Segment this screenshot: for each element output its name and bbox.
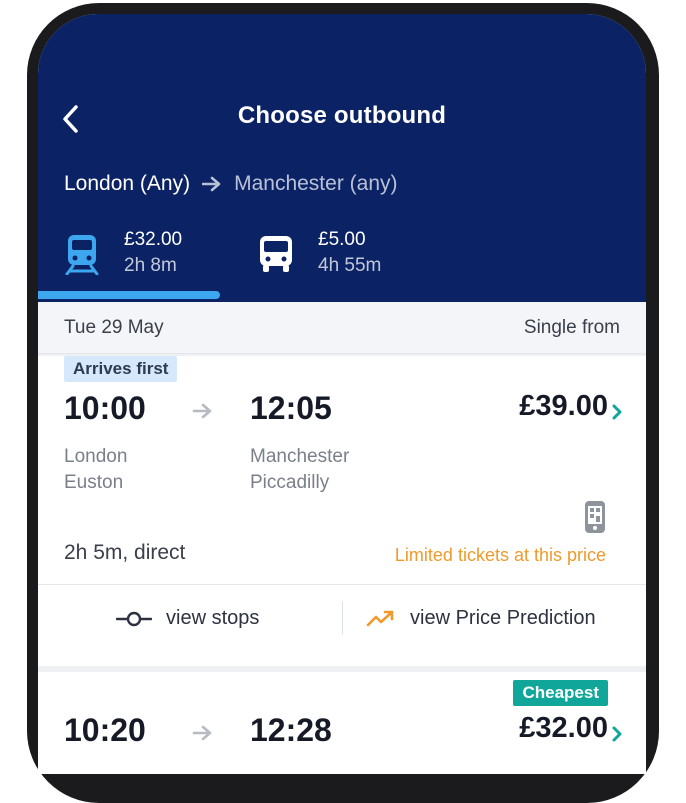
fare-price[interactable]: £32.00: [519, 712, 608, 745]
journey-card[interactable]: Arrives first 10:00 12:05 London Euston …: [38, 356, 646, 666]
tab-train[interactable]: £32.00 2h 8m: [62, 228, 182, 280]
view-stops-label: view stops: [166, 607, 260, 629]
origin-line-1: London: [64, 446, 128, 467]
page-title: Choose outbound: [237, 102, 447, 129]
depart-time: 10:20: [64, 712, 146, 748]
view-price-prediction-label: view Price Prediction: [410, 607, 596, 629]
train-duration: 2h 8m: [124, 255, 177, 276]
fare-price[interactable]: £39.00: [519, 390, 608, 423]
arrive-time: 12:28: [250, 712, 332, 748]
single-from-label: Single from: [523, 317, 620, 338]
date-bar: Tue 29 May Single from: [38, 302, 646, 354]
route-origin: London (Any): [64, 172, 191, 195]
journey-card[interactable]: Cheapest 10:20 12:28 £32.00: [38, 672, 646, 774]
bus-price: £5.00: [318, 229, 366, 250]
stops-icon: [116, 610, 152, 628]
view-price-prediction-button[interactable]: view Price Prediction: [366, 607, 596, 630]
depart-time: 10:00: [64, 390, 146, 426]
arrive-time: 12:05: [250, 390, 332, 426]
train-icon: [62, 232, 102, 276]
route-summary: London (Any) Manchester (any): [64, 172, 398, 196]
header: Choose outbound London (Any) Manchester …: [38, 14, 646, 302]
cheapest-badge: Cheapest: [513, 680, 608, 706]
train-price: £32.00: [124, 229, 183, 250]
arrow-right-icon: [202, 176, 222, 192]
destination-line-2: Piccadilly: [250, 472, 330, 493]
trending-up-icon: [366, 610, 396, 628]
destination-station: Manchester Piccadilly: [250, 444, 349, 496]
arrives-first-badge: Arrives first: [64, 356, 178, 382]
chevron-right-icon[interactable]: [610, 402, 624, 422]
bus-icon: [256, 232, 296, 276]
travel-date: Tue 29 May: [64, 317, 164, 338]
journey-actions: view stops view Price Prediction: [38, 585, 646, 657]
limited-tickets-warning: Limited tickets at this price: [394, 545, 606, 565]
tab-bus[interactable]: £5.00 4h 55m: [256, 228, 381, 280]
origin-station: London Euston: [64, 444, 127, 496]
journey-summary: 2h 5m, direct: [64, 541, 186, 564]
destination-line-1: Manchester: [250, 446, 350, 467]
arrow-right-icon: [192, 725, 212, 741]
bus-duration: 4h 55m: [318, 255, 382, 276]
chevron-right-icon[interactable]: [610, 724, 624, 744]
app-screen: Choose outbound London (Any) Manchester …: [38, 14, 646, 774]
arrow-right-icon: [192, 403, 212, 419]
view-stops-button[interactable]: view stops: [116, 607, 259, 630]
tab-indicator: [38, 291, 220, 299]
action-separator: [342, 601, 343, 635]
mobile-ticket-icon: [585, 501, 605, 533]
route-destination: Manchester (any): [234, 172, 398, 195]
origin-line-2: Euston: [64, 472, 124, 493]
